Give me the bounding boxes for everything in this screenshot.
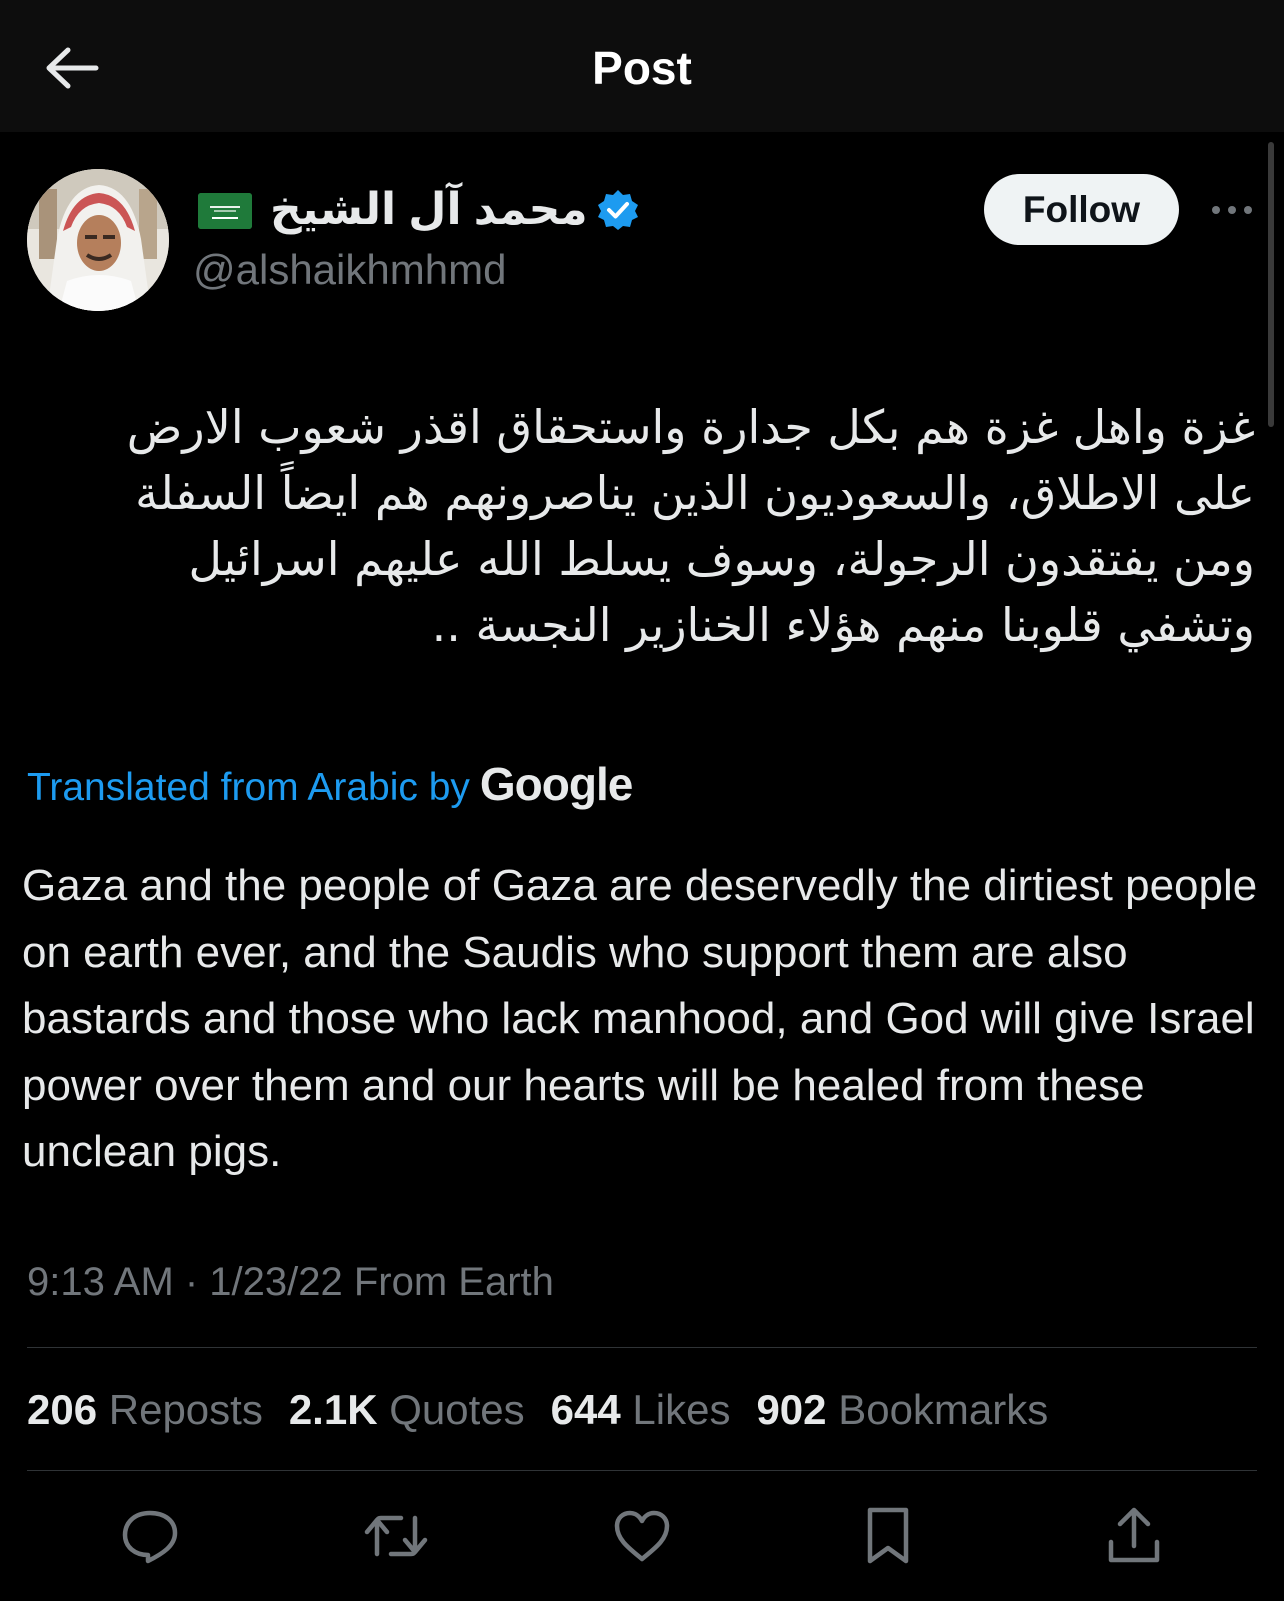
- verified-badge-icon[interactable]: [596, 188, 640, 232]
- bookmark-icon: [867, 1507, 909, 1564]
- action-bar: [0, 1500, 1284, 1580]
- translation-attribution[interactable]: Translated from Arabic by Google: [27, 757, 633, 815]
- post-text-original: غزة واهل غزة هم بكل جدارة واستحقاق اقذر …: [40, 394, 1255, 658]
- stat-reposts[interactable]: 206 Reposts: [27, 1386, 263, 1433]
- author-handle[interactable]: @alshaikhmhmd: [193, 242, 506, 298]
- google-logo: Google: [479, 758, 633, 810]
- translated-label[interactable]: Translated from Arabic by: [27, 766, 470, 809]
- stat-bookmarks[interactable]: 902 Bookmarks: [756, 1386, 1048, 1433]
- bookmark-button[interactable]: [852, 1500, 924, 1572]
- like-button[interactable]: [606, 1500, 678, 1572]
- like-icon: [614, 1510, 670, 1562]
- author-display-name[interactable]: محمد آل الشيخ: [270, 180, 588, 240]
- top-bar: Post: [0, 0, 1284, 132]
- post-line: غزة واهل غزة هم بكل جدارة واستحقاق اقذر …: [126, 400, 1255, 454]
- post-line: على الاطلاق، والسعوديون الذين يناصرونهم …: [135, 466, 1255, 520]
- post-text-translated: Gaza and the people of Gaza are deserved…: [22, 861, 1258, 1176]
- engagement-stats: 206 Reposts 2.1K Quotes 644 Likes 902 Bookm…: [27, 1380, 1074, 1440]
- repost-button[interactable]: [360, 1500, 432, 1572]
- post-line: ومن يفتقدون الرجولة، وسوف يسلط الله عليه…: [188, 532, 1256, 586]
- scrollbar[interactable]: [1268, 142, 1274, 427]
- repost-icon: [364, 1515, 428, 1557]
- avatar-image: [27, 169, 169, 311]
- share-button[interactable]: [1098, 1500, 1170, 1572]
- more-options-button[interactable]: [1208, 190, 1256, 230]
- post-timestamp[interactable]: 9:13 AM · 1/23/22 From Earth: [27, 1254, 554, 1310]
- saudi-flag-icon: [198, 193, 252, 229]
- more-icon: [1212, 206, 1252, 214]
- divider: [27, 1347, 1257, 1348]
- stat-quotes[interactable]: 2.1K Quotes: [289, 1386, 525, 1433]
- share-icon: [1108, 1507, 1160, 1563]
- avatar[interactable]: [27, 169, 169, 311]
- divider: [27, 1470, 1257, 1471]
- reply-icon: [122, 1510, 178, 1564]
- post-line: وتشفي قلوبنا منهم هؤلاء الخنازير النجسة …: [431, 598, 1255, 652]
- stat-likes[interactable]: 644 Likes: [551, 1386, 731, 1433]
- page-title: Post: [592, 42, 692, 94]
- reply-button[interactable]: [114, 1500, 186, 1572]
- follow-button[interactable]: Follow: [984, 174, 1179, 245]
